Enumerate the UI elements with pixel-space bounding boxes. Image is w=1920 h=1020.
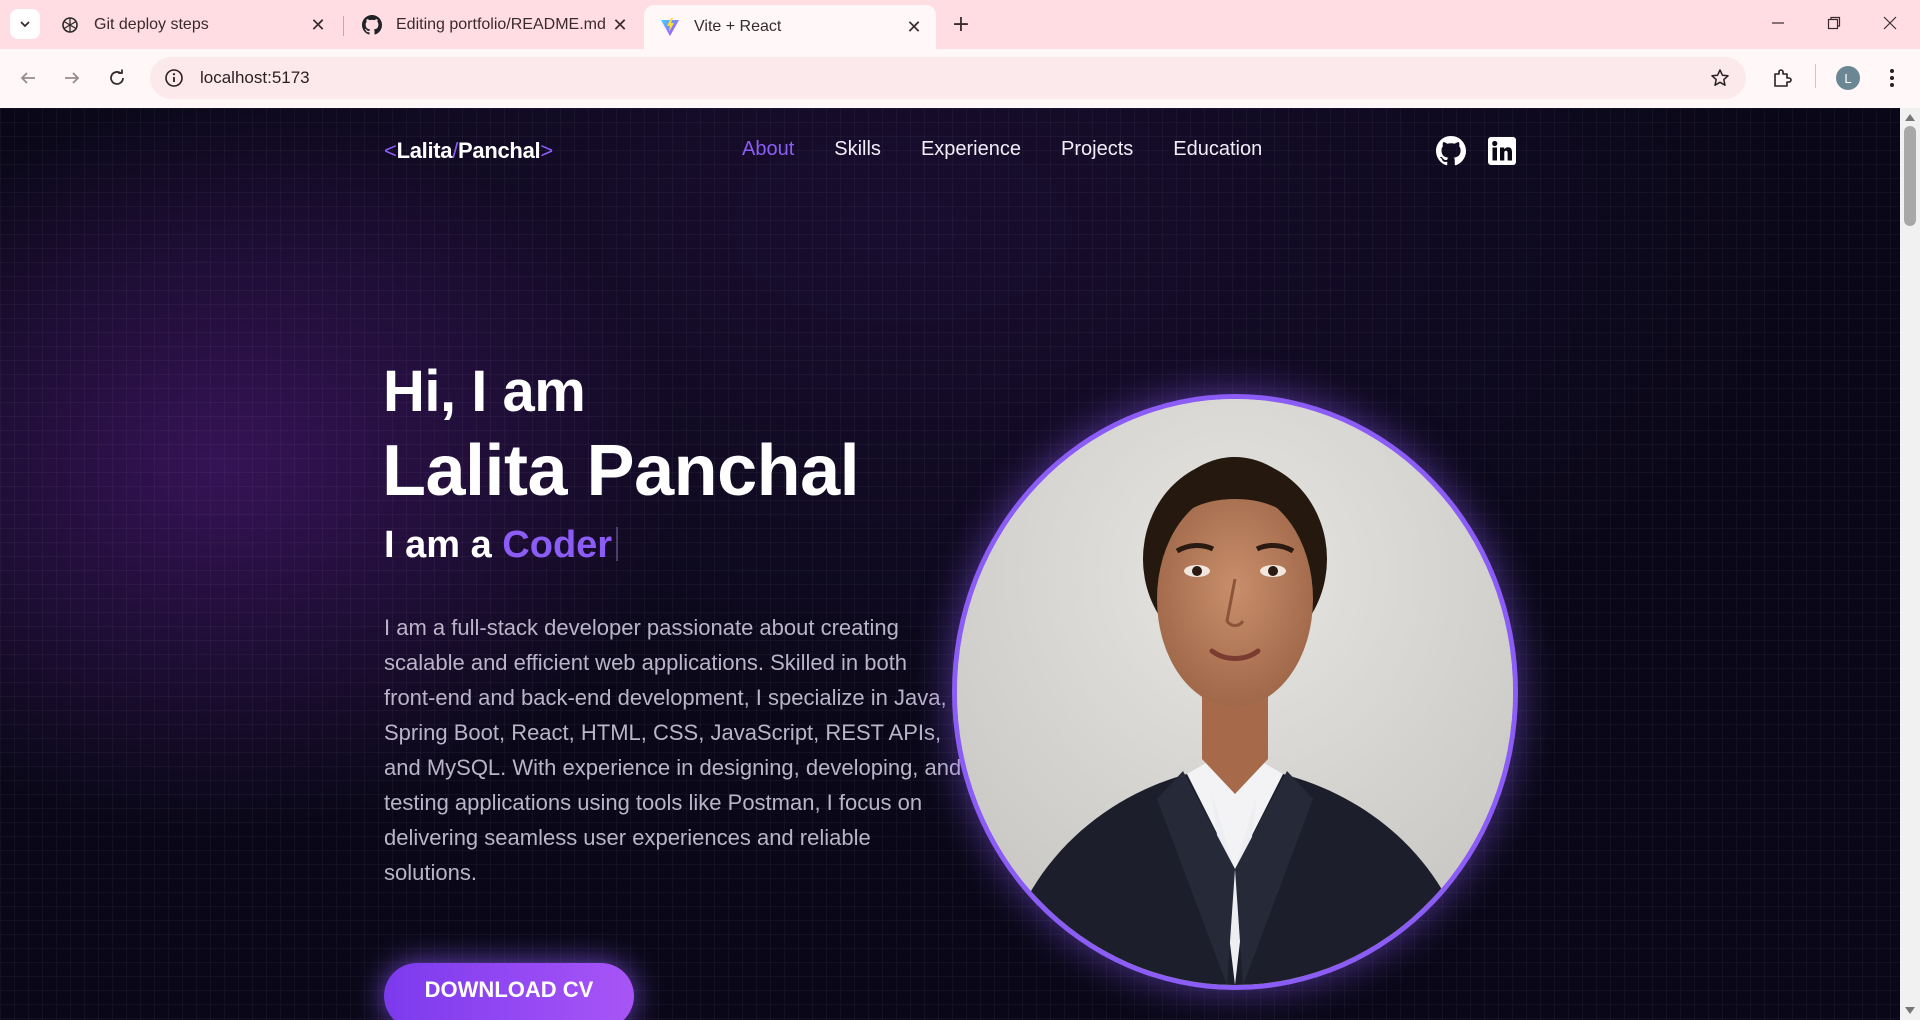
close-window-button[interactable] xyxy=(1870,8,1910,38)
tab-strip: Git deploy steps ✕ Editing portfolio/REA… xyxy=(0,0,1920,49)
scroll-thumb[interactable] xyxy=(1904,126,1916,226)
github-icon xyxy=(362,15,382,35)
hero-description: I am a full-stack developer passionate a… xyxy=(384,615,962,885)
hero-greeting: Hi, I am xyxy=(383,359,586,424)
reload-icon xyxy=(110,69,124,85)
avatar: L xyxy=(1836,66,1860,90)
openai-icon xyxy=(60,15,80,35)
menu-button[interactable] xyxy=(1876,62,1908,94)
new-tab-button[interactable]: + xyxy=(948,11,974,37)
close-icon xyxy=(1883,16,1897,30)
forward-button[interactable] xyxy=(56,62,88,94)
vite-icon xyxy=(660,17,680,37)
url-text: localhost:5173 xyxy=(200,68,310,87)
hero-role: I am a Coder xyxy=(384,524,619,567)
site-info-icon[interactable] xyxy=(164,68,184,88)
extensions-button[interactable] xyxy=(1766,62,1798,94)
tab-git-deploy[interactable]: Git deploy steps ✕ xyxy=(44,5,340,45)
puzzle-icon xyxy=(1774,69,1792,87)
tab-title: Editing portfolio/README.md a xyxy=(396,16,610,33)
nav-experience[interactable]: Experience xyxy=(921,138,1021,161)
profile-button[interactable]: L xyxy=(1832,62,1864,94)
site-nav: About Skills Experience Projects Educati… xyxy=(742,138,1262,161)
back-button[interactable] xyxy=(12,62,44,94)
tab-title: Git deploy steps xyxy=(94,16,209,33)
scroll-down-arrow[interactable] xyxy=(1905,1007,1915,1014)
kebab-menu-icon xyxy=(1890,69,1894,87)
hero-name: Lalita Panchal xyxy=(382,431,860,511)
site-logo[interactable]: <Lalita/Panchal> xyxy=(384,138,553,164)
nav-about[interactable]: About xyxy=(742,138,794,161)
arrow-left-icon xyxy=(20,72,35,84)
typing-cursor xyxy=(616,527,619,561)
address-bar[interactable]: localhost:5173 xyxy=(150,57,1746,99)
arrow-right-icon xyxy=(65,72,80,84)
bookmark-star-icon[interactable] xyxy=(1710,68,1730,88)
minimize-icon xyxy=(1772,22,1784,24)
profile-photo xyxy=(952,394,1518,990)
page-viewport: <Lalita/Panchal> About Skills Experience… xyxy=(0,108,1900,1020)
page-scrollbar[interactable] xyxy=(1900,108,1920,1020)
restore-icon xyxy=(1827,16,1841,30)
download-cv-button[interactable]: DOWNLOAD CV xyxy=(384,963,634,1020)
nav-projects[interactable]: Projects xyxy=(1061,138,1133,161)
role-typed: Coder xyxy=(502,524,613,566)
portrait-illustration xyxy=(957,399,1513,985)
close-icon[interactable]: ✕ xyxy=(308,15,328,35)
tab-separator xyxy=(343,16,344,36)
tab-title: Vite + React xyxy=(694,18,782,35)
tab-search-button[interactable] xyxy=(10,9,40,39)
close-icon[interactable]: ✕ xyxy=(610,15,630,35)
tab-vite-react[interactable]: Vite + React ✕ xyxy=(644,5,936,49)
toolbar-divider xyxy=(1815,64,1816,88)
reload-button[interactable] xyxy=(101,62,133,94)
nav-skills[interactable]: Skills xyxy=(834,138,881,161)
github-icon[interactable] xyxy=(1436,136,1466,166)
restore-button[interactable] xyxy=(1814,8,1854,38)
minimize-button[interactable] xyxy=(1758,8,1798,38)
linkedin-icon[interactable] xyxy=(1487,136,1517,166)
tab-github-readme[interactable]: Editing portfolio/README.md a ✕ xyxy=(346,5,642,45)
scroll-up-arrow[interactable] xyxy=(1905,114,1915,121)
chevron-down-icon xyxy=(20,21,30,28)
browser-toolbar: localhost:5173 L xyxy=(0,49,1920,108)
nav-education[interactable]: Education xyxy=(1173,138,1262,161)
close-icon[interactable]: ✕ xyxy=(904,17,924,37)
role-prefix: I am a xyxy=(384,524,492,566)
